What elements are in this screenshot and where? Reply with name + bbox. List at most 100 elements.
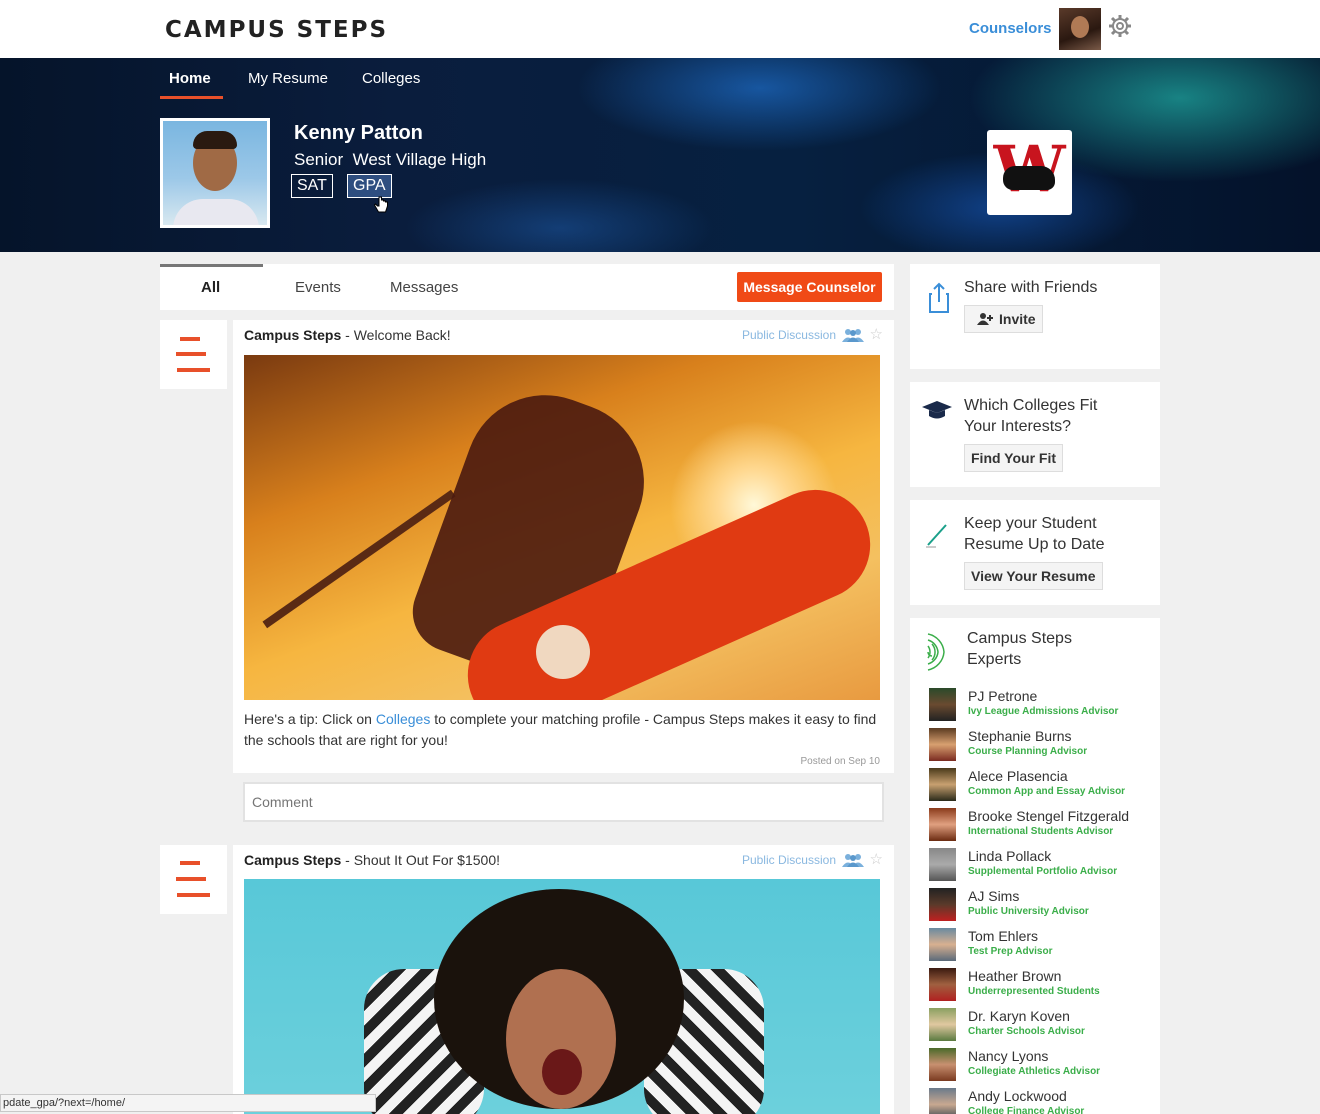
campus-steps-post-icon	[160, 320, 227, 389]
college-fit-title-line2: Your Interests?	[964, 418, 1072, 435]
expert-name: PJ Petrone	[968, 688, 1038, 704]
student-school: West Village High	[352, 150, 487, 169]
expert-name: AJ Sims	[968, 888, 1020, 904]
expert-item[interactable]: Dr. Karyn Koven Charter Schools Advisor	[929, 1008, 1159, 1044]
feed-tab-messages[interactable]: Messages	[390, 279, 458, 296]
post-image[interactable]	[244, 355, 880, 700]
feed-tab-events[interactable]: Events	[295, 279, 341, 296]
tab-home[interactable]: Home	[169, 70, 211, 87]
expert-item[interactable]: Linda Pollack Supplemental Portfolio Adv…	[929, 848, 1159, 884]
expert-item[interactable]: Tom Ehlers Test Prep Advisor	[929, 928, 1159, 964]
post-author[interactable]: Campus Steps	[244, 327, 341, 343]
star-icon[interactable]: ☆	[870, 325, 883, 343]
experts-title: Campus Steps Experts	[967, 628, 1072, 670]
post-text-start: Here's a tip: Click on	[244, 711, 376, 727]
campus-steps-post-icon	[160, 845, 227, 914]
expert-role: College Finance Advisor	[968, 1106, 1085, 1114]
feed-post: Campus Steps - Shout It Out For $1500! P…	[233, 845, 894, 1114]
tab-my-resume[interactable]: My Resume	[248, 70, 328, 87]
expert-avatar	[929, 1088, 956, 1114]
expert-name: Nancy Lyons	[968, 1048, 1049, 1064]
expert-avatar	[929, 1008, 956, 1041]
expert-avatar	[929, 1048, 956, 1081]
sat-tag[interactable]: SAT	[291, 174, 333, 198]
expert-avatar	[929, 808, 956, 841]
expert-avatar	[929, 848, 956, 881]
post-subject: - Shout It Out For $1500!	[341, 852, 501, 868]
school-logo[interactable]: W	[987, 130, 1072, 215]
expert-name: Brooke Stengel Fitzgerald	[968, 808, 1130, 824]
post-title: Campus Steps - Shout It Out For $1500!	[244, 852, 500, 868]
expert-item[interactable]: Heather Brown Underrepresented Students	[929, 968, 1159, 1004]
experts-title-line1: Campus Steps	[967, 630, 1072, 647]
broadcast-icon	[927, 633, 945, 671]
expert-item[interactable]: Stephanie Burns Course Planning Advisor	[929, 728, 1159, 764]
expert-role: Ivy League Admissions Advisor	[968, 706, 1119, 717]
find-your-fit-button[interactable]: Find Your Fit	[964, 444, 1064, 472]
tab-colleges[interactable]: Colleges	[362, 70, 420, 87]
resume-title-line1: Keep your Student	[964, 515, 1097, 532]
user-avatar[interactable]	[1059, 8, 1101, 50]
expert-name: Heather Brown	[968, 968, 1062, 984]
comment-input[interactable]	[243, 782, 884, 822]
feed-post: Campus Steps - Welcome Back! Public Disc…	[233, 320, 894, 833]
college-fit-title-line1: Which Colleges Fit	[964, 397, 1098, 414]
college-fit-title: Which Colleges Fit Your Interests?	[964, 395, 1097, 437]
expert-name: Tom Ehlers	[968, 928, 1039, 944]
post-image[interactable]	[244, 879, 880, 1114]
expert-item[interactable]: Andy Lockwood College Finance Advisor	[929, 1088, 1159, 1114]
expert-item[interactable]: Nancy Lyons Collegiate Athletics Advisor	[929, 1048, 1159, 1084]
student-grade-school: Senior West Village High	[294, 150, 486, 170]
post-subject: - Welcome Back!	[341, 327, 451, 343]
pencil-icon	[926, 524, 947, 548]
expert-name: Stephanie Burns	[968, 728, 1072, 744]
expert-name: Andy Lockwood	[968, 1088, 1067, 1104]
view-resume-button[interactable]: View Your Resume	[964, 562, 1103, 590]
invite-button[interactable]: Invite	[964, 305, 1043, 333]
post-text: Here's a tip: Click on Colleges to compl…	[244, 709, 884, 751]
post-visibility: Public Discussion	[741, 853, 836, 867]
post-author[interactable]: Campus Steps	[244, 852, 341, 868]
expert-avatar	[929, 928, 956, 961]
resume-card: Keep your Student Resume Up to Date View…	[910, 500, 1160, 605]
expert-item[interactable]: Alece Plasencia Common App and Essay Adv…	[929, 768, 1159, 804]
feed-tab-all[interactable]: All	[201, 279, 220, 296]
expert-avatar	[929, 688, 956, 721]
profile-photo[interactable]	[160, 118, 270, 228]
gear-icon[interactable]	[1108, 14, 1132, 38]
expert-item[interactable]: Brooke Stengel Fitzgerald International …	[929, 808, 1159, 844]
expert-role: Underrepresented Students	[968, 986, 1100, 997]
gpa-tag[interactable]: GPA	[347, 174, 392, 198]
expert-role: Common App and Essay Advisor	[968, 786, 1126, 797]
expert-item[interactable]: PJ Petrone Ivy League Admissions Advisor	[929, 688, 1159, 724]
feed-tab-indicator	[160, 264, 263, 267]
college-fit-card: Which Colleges Fit Your Interests? Find …	[910, 382, 1160, 487]
expert-name: Alece Plasencia	[968, 768, 1068, 784]
add-user-icon	[977, 313, 993, 325]
student-name: Kenny Patton	[294, 122, 423, 144]
graduation-cap-icon	[922, 401, 952, 419]
expert-role: Charter Schools Advisor	[968, 1026, 1085, 1037]
resume-title-line2: Resume Up to Date	[964, 536, 1105, 553]
group-icon	[842, 329, 864, 342]
share-card: Share with Friends Invite	[910, 264, 1160, 369]
expert-avatar	[929, 968, 956, 1001]
top-bar: CAMPUS STEPS Counselors	[0, 0, 1320, 58]
share-icon[interactable]	[928, 282, 950, 314]
star-icon[interactable]: ☆	[870, 850, 883, 868]
expert-item[interactable]: AJ Sims Public University Advisor	[929, 888, 1159, 924]
student-grade: Senior	[294, 150, 344, 169]
campus-steps-logo[interactable]: CAMPUS STEPS	[165, 17, 388, 43]
message-counselor-button[interactable]: Message Counselor	[737, 272, 882, 302]
expert-avatar	[929, 728, 956, 761]
group-icon	[842, 854, 864, 867]
browser-status-url: pdate_gpa/?next=/home/	[0, 1094, 376, 1112]
active-tab-indicator	[160, 96, 223, 99]
counselors-link[interactable]: Counselors	[969, 20, 1052, 37]
resume-title: Keep your Student Resume Up to Date	[964, 513, 1105, 555]
expert-avatar	[929, 888, 956, 921]
hand-cursor-icon	[374, 196, 388, 213]
profile-banner: Home My Resume Colleges Kenny Patton Sen…	[0, 58, 1320, 252]
share-title: Share with Friends	[964, 279, 1098, 296]
colleges-link[interactable]: Colleges	[376, 711, 430, 727]
